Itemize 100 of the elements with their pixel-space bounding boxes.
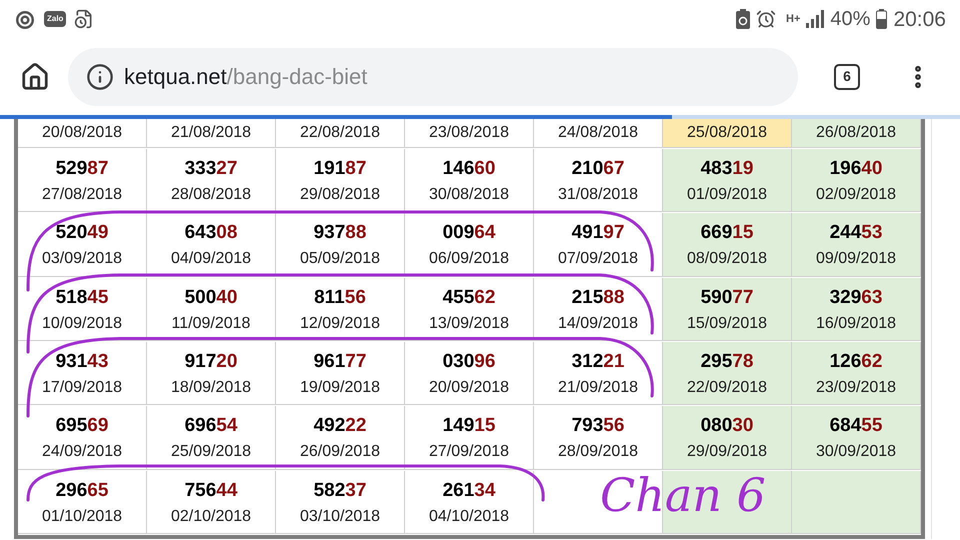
result-number: 48319	[700, 156, 754, 181]
date-label: 23/09/2018	[816, 378, 896, 398]
signal-icon	[806, 10, 824, 28]
date-label: 24/08/2018	[558, 123, 638, 143]
tab-count-button[interactable]: 6	[834, 64, 860, 90]
result-number: 19187	[314, 156, 366, 181]
date-label: 17/09/2018	[42, 378, 122, 398]
date-label: 21/09/2018	[558, 378, 638, 398]
date-label: 06/09/2018	[428, 249, 510, 270]
date-label: 14/09/2018	[558, 314, 638, 334]
date-label: 05/09/2018	[300, 249, 380, 270]
home-icon[interactable]	[20, 62, 50, 92]
network-type: H+	[786, 14, 800, 24]
date-label: 30/09/2018	[816, 442, 896, 462]
url-text: ketqua.net/bang-dac-biet	[124, 66, 368, 88]
result-number: 19640	[830, 156, 882, 181]
date-label: 04/09/2018	[170, 249, 252, 270]
date-label: 20/08/2018	[42, 123, 122, 143]
date-label: 13/09/2018	[428, 314, 510, 334]
date-label: 27/09/2018	[428, 442, 510, 462]
result-number: 93788	[314, 221, 366, 246]
result-number: 45562	[442, 286, 496, 310]
result-number: 66915	[700, 221, 754, 246]
result-number: 93143	[56, 350, 108, 374]
result-number: 14915	[442, 414, 496, 438]
date-label: 28/08/2018	[170, 184, 252, 205]
result-number: 26134	[442, 478, 496, 503]
battery-icon	[876, 9, 888, 29]
date-label: 26/08/2018	[816, 123, 896, 143]
date-label: 30/08/2018	[428, 184, 510, 205]
date-label: 01/10/2018	[42, 506, 122, 527]
result-number: 14660	[442, 156, 496, 181]
document-clock-icon	[74, 9, 94, 29]
swirl-icon	[14, 8, 36, 30]
date-label: 03/10/2018	[300, 506, 380, 527]
date-label: 11/09/2018	[172, 314, 250, 334]
date-label: 10/09/2018	[42, 314, 122, 334]
date-label: 31/08/2018	[558, 184, 638, 205]
result-number: 29578	[700, 350, 754, 374]
date-label: 08/09/2018	[686, 249, 768, 270]
date-label: 26/09/2018	[300, 442, 380, 462]
result-number: 21067	[572, 156, 624, 181]
result-number: 21588	[572, 286, 624, 310]
result-number: 81156	[314, 286, 366, 310]
result-number: 08030	[700, 414, 754, 438]
date-label: 21/08/2018	[170, 123, 252, 143]
handwritten-note: Chan 6	[600, 472, 766, 518]
result-number: 69569	[56, 414, 108, 438]
result-number: 00964	[442, 221, 496, 246]
date-label: 29/08/2018	[300, 184, 380, 205]
result-number: 96177	[314, 350, 366, 374]
result-number: 51845	[56, 286, 108, 310]
alarm-icon	[756, 9, 776, 29]
result-number: 33327	[184, 156, 238, 181]
clock-time: 20:06	[893, 8, 946, 30]
date-label: 24/09/2018	[42, 442, 122, 462]
date-label: 03/09/2018	[42, 249, 122, 270]
date-label: 15/09/2018	[686, 314, 768, 334]
date-label: 22/08/2018	[300, 123, 380, 143]
date-label: 09/09/2018	[816, 249, 896, 270]
result-number: 50040	[184, 286, 238, 310]
result-number: 64308	[184, 221, 238, 246]
date-label: 22/09/2018	[686, 378, 768, 398]
result-number: 52987	[56, 156, 108, 181]
battery-saver-icon	[736, 9, 750, 29]
result-number: 03096	[442, 350, 496, 374]
date-label: 07/09/2018	[558, 249, 638, 270]
date-label: 25/08/2018	[686, 123, 768, 143]
date-label: 23/08/2018	[428, 123, 510, 143]
result-number: 69654	[184, 414, 238, 438]
battery-percent: 40%	[830, 9, 870, 29]
address-field[interactable]: ketqua.net/bang-dac-biet	[68, 48, 798, 106]
result-number: 68455	[830, 414, 882, 438]
result-number: 29665	[56, 478, 108, 503]
date-label: 02/09/2018	[816, 184, 896, 205]
date-label: 27/08/2018	[42, 184, 122, 205]
date-label: 28/09/2018	[558, 442, 638, 462]
app-badge: Zalo	[44, 11, 66, 27]
date-label: 18/09/2018	[170, 378, 252, 398]
result-number: 24453	[830, 221, 882, 246]
result-number: 59077	[700, 286, 754, 310]
result-number: 32963	[830, 286, 882, 310]
date-label: 19/09/2018	[300, 378, 380, 398]
date-label: 02/10/2018	[170, 506, 252, 527]
date-label: 25/09/2018	[170, 442, 252, 462]
date-label: 29/09/2018	[686, 442, 768, 462]
result-number: 31221	[572, 350, 624, 374]
result-number: 12662	[830, 350, 882, 374]
date-label: 04/10/2018	[428, 506, 510, 527]
date-label: 01/09/2018	[686, 184, 768, 205]
result-number: 75644	[184, 478, 238, 503]
result-number: 58237	[314, 478, 366, 503]
result-number: 49197	[572, 221, 624, 246]
result-number: 79356	[572, 414, 624, 438]
info-icon[interactable]	[86, 62, 114, 90]
result-number: 49222	[314, 414, 366, 438]
date-label: 16/09/2018	[816, 314, 896, 334]
result-number: 91720	[184, 350, 238, 374]
date-label: 20/09/2018	[428, 378, 510, 398]
result-number: 52049	[56, 221, 108, 246]
